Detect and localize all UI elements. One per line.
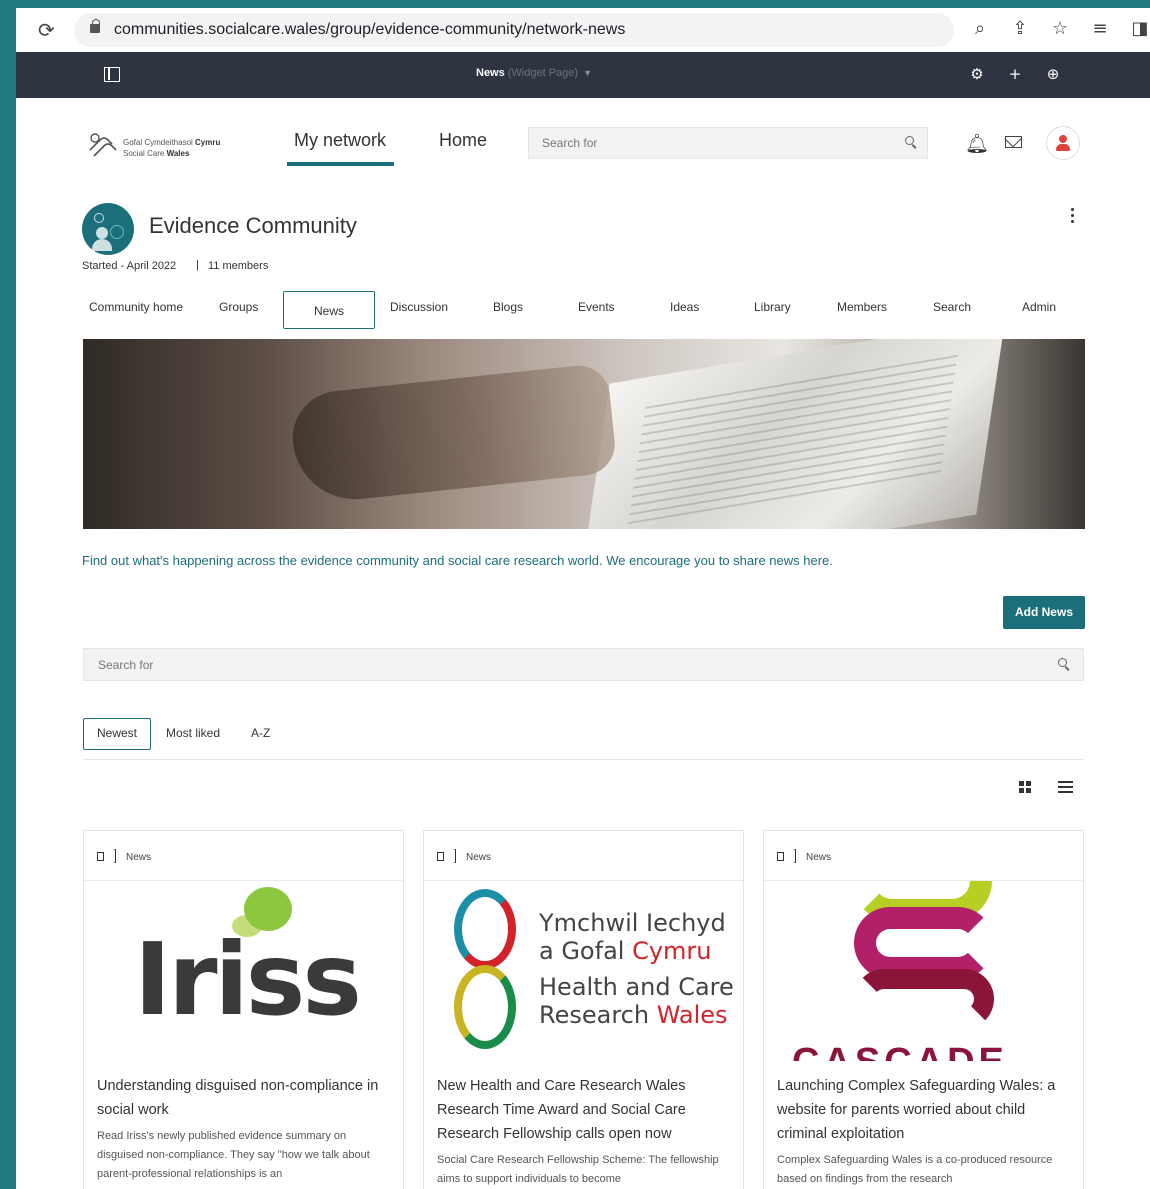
divider — [83, 759, 1084, 760]
logo-english-text: Social Care — [123, 149, 167, 158]
nav-home[interactable]: Home — [439, 130, 487, 151]
card-title[interactable]: Understanding disguised non-compliance i… — [97, 1074, 393, 1122]
page-name: News — [476, 67, 505, 79]
user-avatar[interactable] — [1046, 126, 1080, 160]
card-description: Read Iriss's newly published evidence su… — [97, 1130, 370, 1180]
card-description: Social Care Research Fellowship Scheme: … — [437, 1154, 719, 1185]
reload-icon[interactable]: ⟳ — [38, 18, 55, 42]
meta-separator: | — [196, 259, 199, 271]
news-card[interactable]: News Ymchwil Iechyd a Gofal Cymru Health… — [423, 830, 744, 1189]
card-tag: News — [126, 852, 152, 863]
address-bar[interactable]: communities.socialcare.wales/group/evide… — [74, 13, 954, 47]
sidebar-toggle-icon[interactable] — [104, 67, 120, 82]
community-title: Evidence Community — [149, 213, 357, 238]
logo-mark-icon — [89, 133, 117, 157]
search-icon[interactable] — [905, 136, 914, 145]
header-search-input[interactable]: Search for — [528, 127, 928, 159]
logo-line-english-2: Research Wales — [539, 1001, 728, 1029]
logo-line-welsh-2: a Gofal Cymru — [539, 937, 712, 965]
card-header: News — [424, 831, 743, 881]
add-news-button[interactable]: Add News — [1003, 596, 1085, 629]
more-options-icon[interactable] — [1066, 208, 1078, 226]
site-logo[interactable]: Gofal Cymdeithasol Cymru Social Care Wal… — [86, 128, 246, 164]
community-avatar — [82, 203, 134, 255]
news-intro-text: Find out what's happening across the evi… — [82, 553, 833, 568]
cascade-logo-text: CASCADE — [792, 1041, 1008, 1061]
card-title[interactable]: Launching Complex Safeguarding Wales: a … — [777, 1074, 1073, 1146]
iriss-logo-image[interactable]: Iriss — [84, 881, 403, 1061]
share-icon[interactable]: ⇪ — [1010, 18, 1030, 39]
admin-actions: ⚙ + ⊕ — [968, 65, 1062, 83]
card-title[interactable]: New Health and Care Research Wales Resea… — [437, 1074, 733, 1146]
hero-banner-image — [83, 339, 1085, 529]
notifications-bell-icon[interactable]: 🔔︎ — [965, 132, 989, 155]
side-panel-icon[interactable]: ◨ — [1130, 18, 1150, 39]
card-header: News — [764, 831, 1083, 881]
star-icon[interactable]: ☆ — [1050, 18, 1070, 39]
lock-icon[interactable] — [90, 19, 100, 33]
grid-view-icon[interactable] — [1019, 781, 1032, 794]
nav-active-indicator — [287, 162, 394, 166]
settings-icon[interactable]: ⚙ — [968, 65, 986, 83]
zoom-icon[interactable]: ⌕ — [970, 18, 990, 39]
tab-library[interactable]: Library — [754, 300, 791, 314]
globe-icon[interactable]: ⊕ — [1044, 65, 1062, 83]
news-card[interactable]: News CASCADE Launching Complex Safeguard… — [763, 830, 1084, 1189]
add-icon[interactable]: + — [1006, 65, 1024, 83]
tab-events[interactable]: Events — [578, 300, 615, 314]
community-members[interactable]: 11 members — [208, 260, 268, 272]
logo-text: Gofal Cymdeithasol Cymru Social Care Wal… — [123, 137, 220, 159]
logo-line-english-1: Health and Care — [539, 973, 734, 1001]
browser-actions: ⌕ ⇪ ☆ ≡ ◨ — [970, 18, 1150, 39]
sort-newest[interactable]: Newest — [83, 718, 151, 750]
mail-icon[interactable] — [1005, 136, 1022, 148]
page-selector[interactable]: News (Widget Page) ▼ — [476, 67, 592, 79]
page-type: (Widget Page) — [507, 67, 579, 79]
search-icon[interactable] — [1058, 658, 1067, 667]
url-text[interactable]: communities.socialcare.wales/group/evide… — [114, 21, 625, 39]
news-card[interactable]: News Iriss Understanding disguised non-c… — [83, 830, 404, 1189]
megaphone-icon — [777, 849, 797, 863]
tab-admin[interactable]: Admin — [1022, 300, 1056, 314]
list-view-icon[interactable] — [1058, 780, 1073, 794]
hcrw-logo-image[interactable]: Ymchwil Iechyd a Gofal Cymru Health and … — [424, 881, 743, 1061]
browser-toolbar: ⟳ communities.socialcare.wales/group/evi… — [16, 8, 1150, 52]
tab-news-label: News — [313, 304, 344, 318]
tab-groups[interactable]: Groups — [219, 300, 258, 314]
tab-ideas[interactable]: Ideas — [670, 300, 699, 314]
community-started: Started - April 2022 — [82, 260, 177, 272]
header-search-placeholder: Search for — [542, 136, 598, 150]
news-search-placeholder: Search for — [98, 658, 154, 672]
megaphone-icon — [97, 849, 117, 863]
card-header: News — [84, 831, 403, 881]
tab-news[interactable]: News — [283, 291, 375, 329]
tab-community-home[interactable]: Community home — [89, 300, 183, 314]
logo-line-welsh-1: Ymchwil Iechyd — [539, 909, 726, 937]
tab-search[interactable]: Search — [933, 300, 971, 314]
card-tag: News — [806, 852, 832, 863]
card-description: Complex Safeguarding Wales is a co-produ… — [777, 1154, 1053, 1185]
logo-welsh-bold: Cymru — [195, 138, 221, 147]
nav-my-network[interactable]: My network — [294, 130, 386, 151]
card-tag: News — [466, 852, 492, 863]
sort-most-liked[interactable]: Most liked — [166, 726, 220, 740]
logo-english-bold: Wales — [166, 149, 190, 158]
tab-discussion[interactable]: Discussion — [390, 300, 448, 314]
tab-blogs[interactable]: Blogs — [493, 300, 523, 314]
admin-toolbar: News (Widget Page) ▼ ⚙ + ⊕ — [16, 52, 1150, 98]
caret-down-icon: ▼ — [583, 68, 592, 78]
iriss-logo-text: Iriss — [134, 921, 362, 1038]
logo-welsh-text: Gofal Cymdeithasol — [123, 138, 196, 147]
megaphone-icon — [437, 849, 457, 863]
sort-a-z[interactable]: A-Z — [251, 726, 270, 740]
reading-list-icon[interactable]: ≡ — [1090, 18, 1110, 39]
tab-members[interactable]: Members — [837, 300, 887, 314]
browser-window: ⟳ communities.socialcare.wales/group/evi… — [16, 8, 1150, 1189]
news-search-input[interactable]: Search for — [83, 648, 1084, 681]
cascade-logo-image[interactable]: CASCADE — [764, 881, 1083, 1061]
